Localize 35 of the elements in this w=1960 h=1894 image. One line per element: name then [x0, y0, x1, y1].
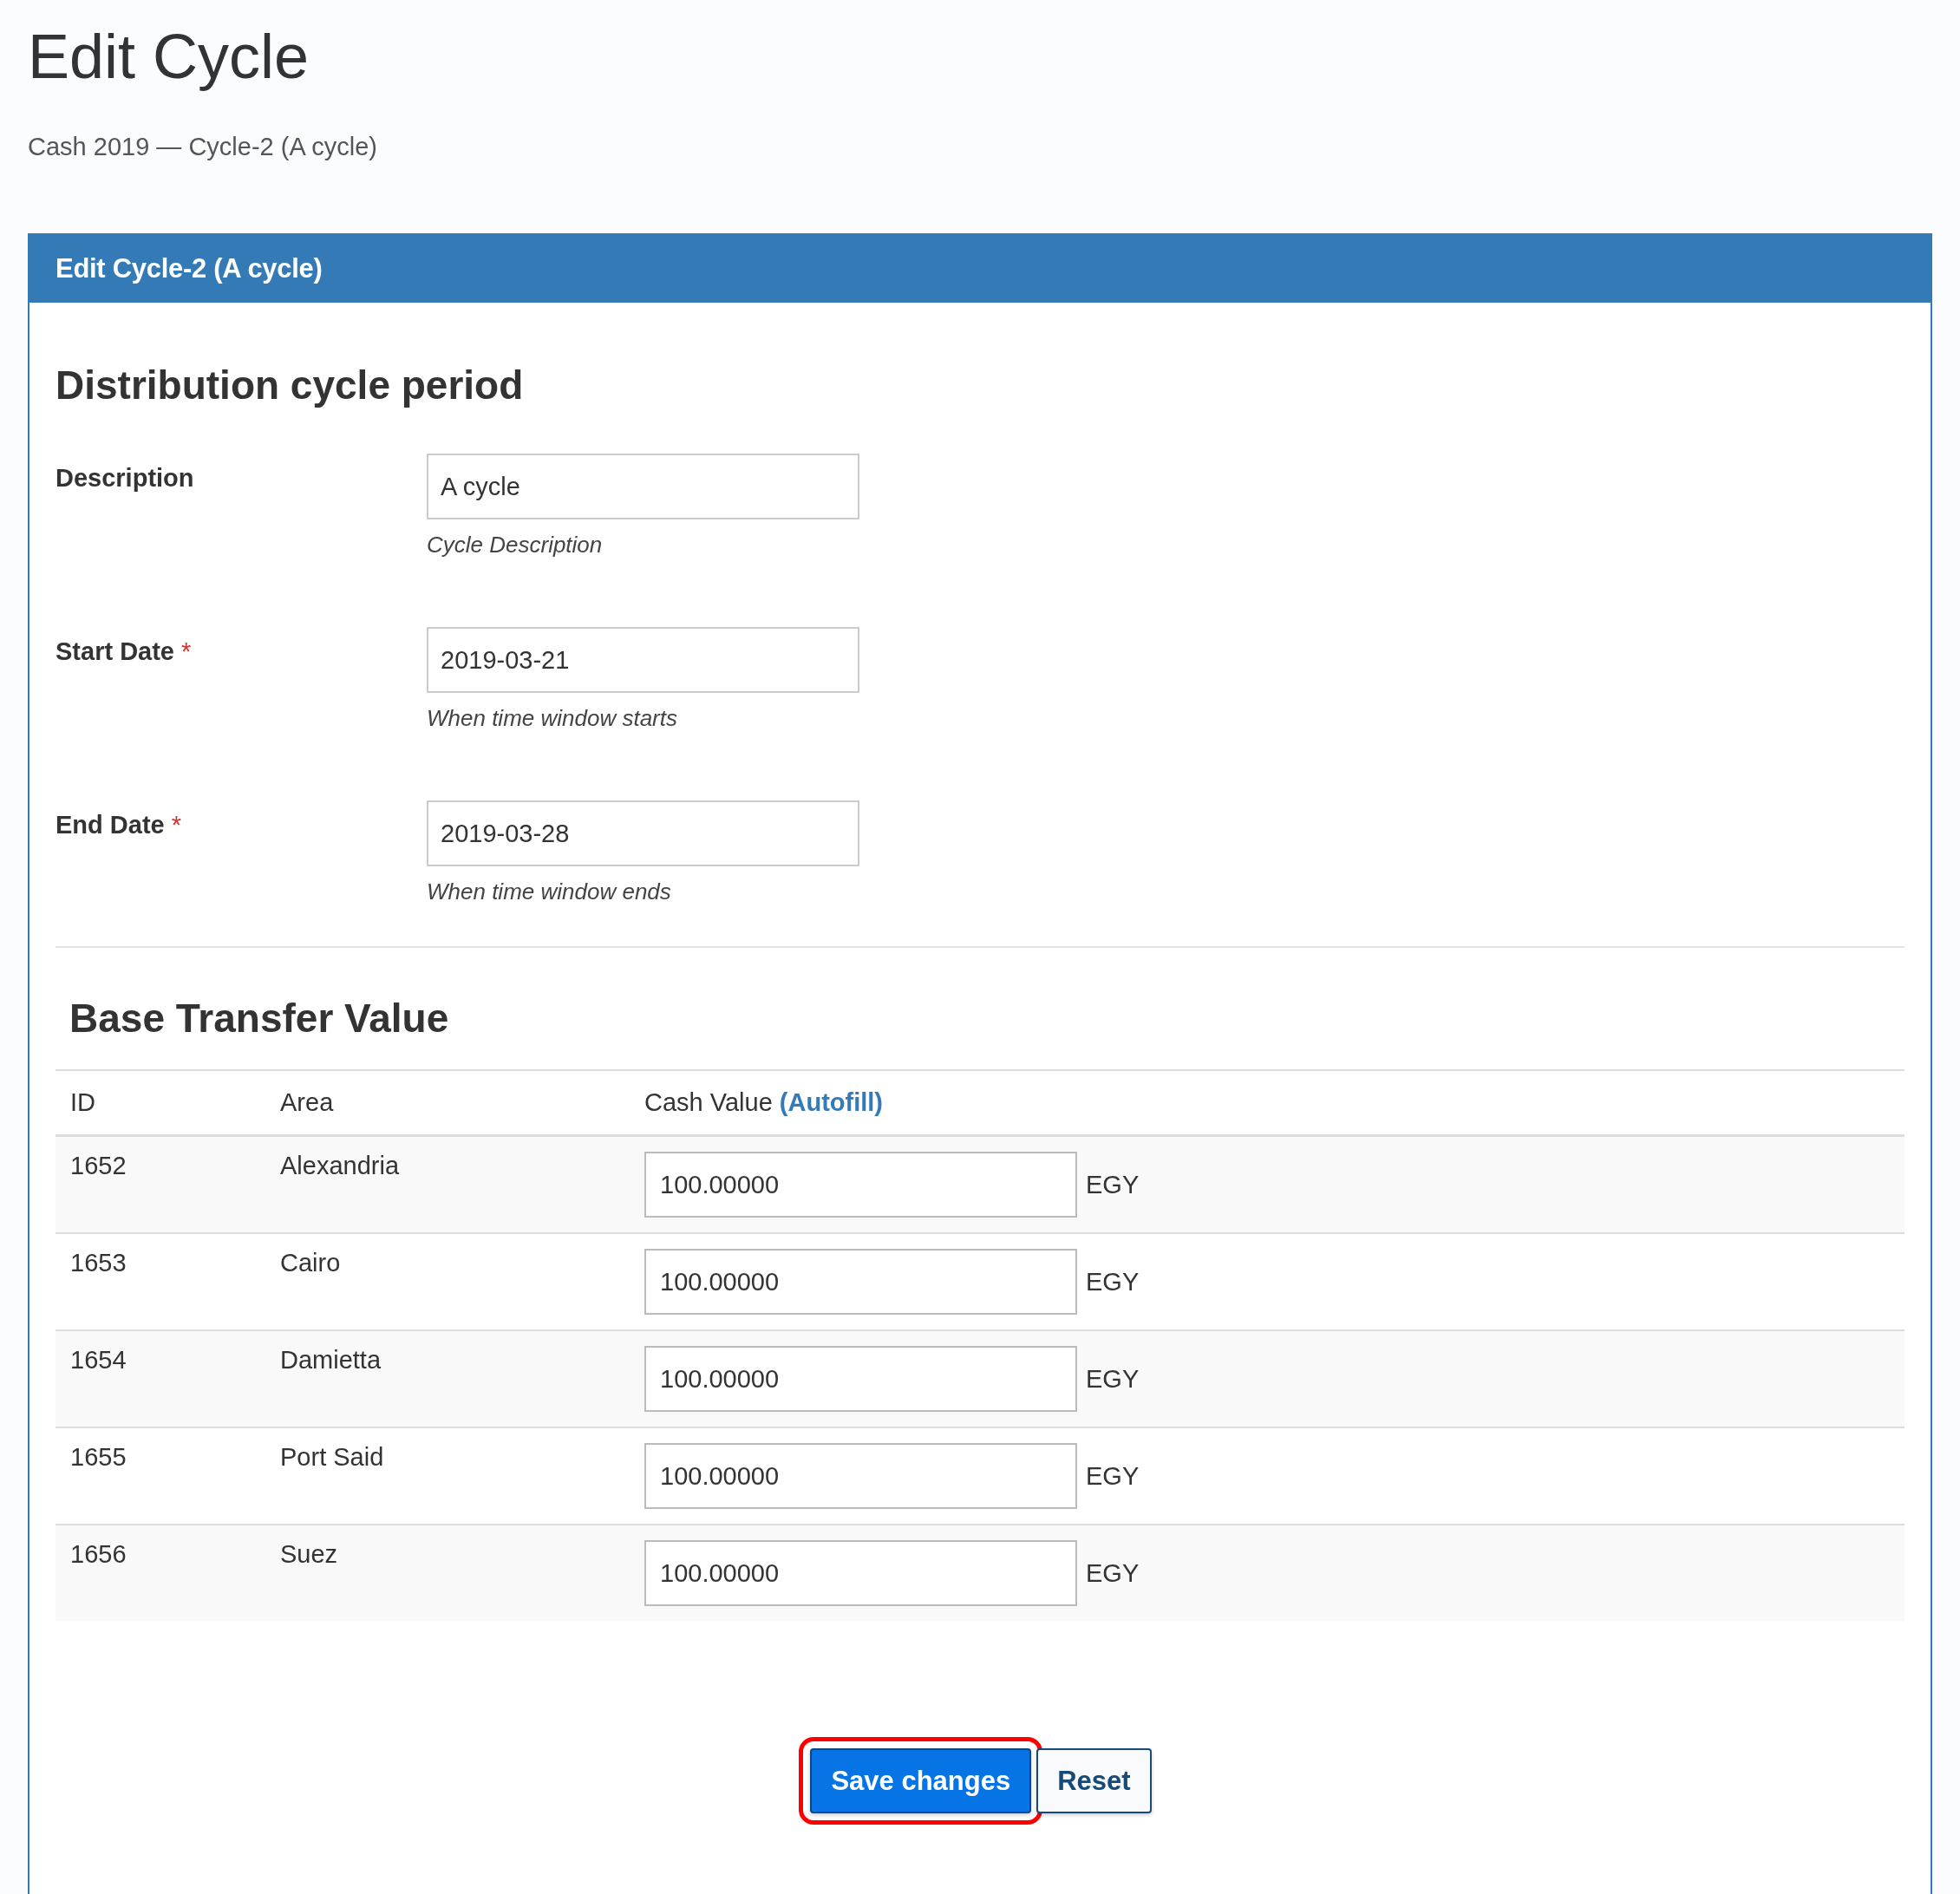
- panel-title: Edit Cycle-2 (A cycle): [29, 235, 1931, 304]
- text-field[interactable]: 2019-03-28: [427, 800, 859, 867]
- section-heading: Base Transfer Value: [69, 998, 450, 1039]
- table-cell: Alexandria: [265, 1135, 630, 1234]
- table-cell: 1652: [56, 1135, 265, 1234]
- table-cell: Suez: [265, 1525, 630, 1622]
- page-subtitle: Cash 2019 — Cycle-2 (A cycle): [28, 133, 378, 162]
- required-mark: *: [181, 637, 192, 666]
- cash-value-field[interactable]: 100.00000: [644, 1152, 1077, 1218]
- cash-value-field[interactable]: 100.00000: [644, 1540, 1077, 1607]
- currency-label: EGY: [1086, 1170, 1140, 1199]
- required-mark: *: [171, 811, 181, 839]
- table-cell: 1656: [56, 1525, 265, 1622]
- page-title: Edit Cycle: [28, 23, 310, 92]
- currency-label: EGY: [1086, 1461, 1140, 1491]
- cash-value-field[interactable]: 100.00000: [644, 1249, 1077, 1316]
- text-field[interactable]: 2019-03-21: [427, 627, 859, 694]
- cash-value-field[interactable]: 100.00000: [644, 1346, 1077, 1413]
- currency-label: EGY: [1086, 1267, 1140, 1296]
- column-header: Cash Value: [644, 1088, 773, 1117]
- field-label: Start Date: [56, 637, 174, 666]
- autofill-link[interactable]: (Autofill): [779, 1088, 883, 1117]
- currency-label: EGY: [1086, 1558, 1140, 1588]
- help-text: Cycle Description: [427, 532, 604, 559]
- text-field[interactable]: A cycle: [427, 454, 859, 520]
- field-label: End Date: [56, 811, 165, 839]
- currency-label: EGY: [1086, 1364, 1140, 1394]
- table-cell: Damietta: [265, 1330, 630, 1428]
- section-heading: Distribution cycle period: [56, 365, 525, 406]
- field-label: Description: [56, 464, 194, 493]
- help-text: When time window starts: [427, 705, 678, 733]
- reset-button[interactable]: Reset: [1036, 1748, 1152, 1814]
- help-text: When time window ends: [427, 878, 672, 906]
- cash-value-field[interactable]: 100.00000: [644, 1443, 1077, 1510]
- table-cell: 1654: [56, 1330, 265, 1428]
